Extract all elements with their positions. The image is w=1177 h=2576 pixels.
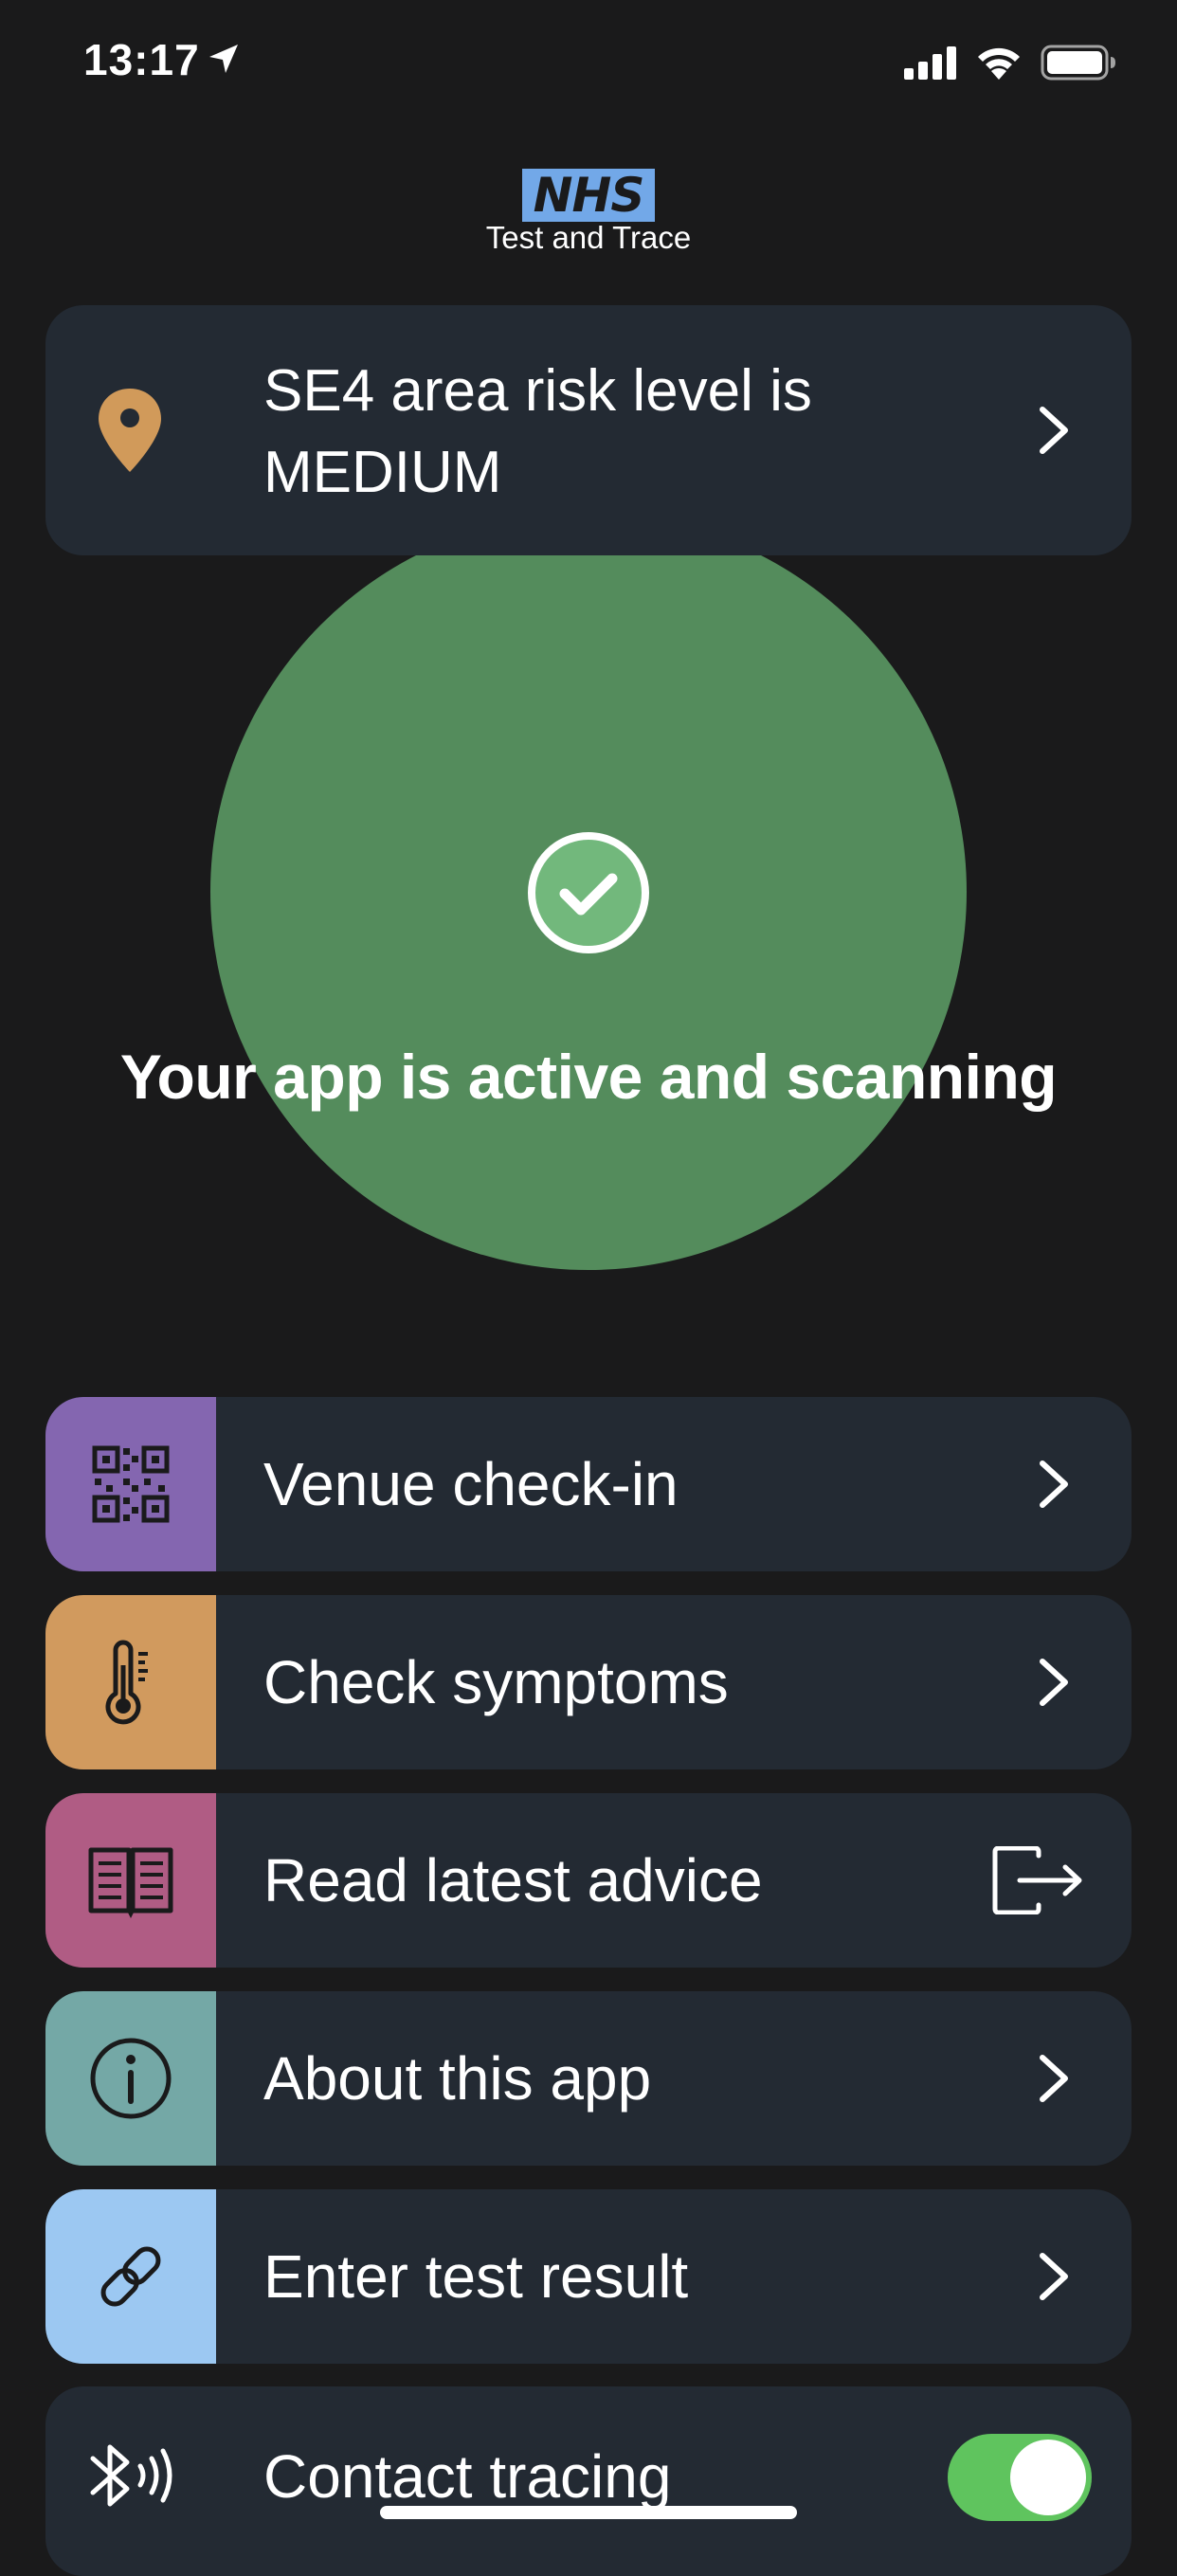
contact-tracing-label: Contact tracing bbox=[263, 2442, 672, 2511]
area-risk-card[interactable]: SE4 area risk level is MEDIUM bbox=[45, 305, 1132, 555]
book-icon bbox=[88, 1847, 173, 1918]
menu-item-label: Read latest advice bbox=[263, 1846, 763, 1914]
nhs-logo: NHS bbox=[522, 169, 655, 222]
chevron-right-icon bbox=[1040, 2253, 1068, 2300]
link-icon bbox=[100, 2246, 161, 2307]
menu-item-enter-test-result[interactable]: Enter test result bbox=[45, 2189, 1132, 2364]
menu-item-check-symptoms[interactable]: Check symptoms bbox=[45, 1595, 1132, 1769]
area-risk-text: SE4 area risk level is MEDIUM bbox=[263, 358, 812, 505]
status-message: Your app is active and scanning bbox=[119, 1042, 1058, 1112]
location-arrow-icon bbox=[209, 45, 238, 73]
check-circle-icon bbox=[528, 832, 649, 953]
menu-item-about-this-app[interactable]: About this app bbox=[45, 1991, 1132, 2166]
menu-icon-tile bbox=[45, 1397, 216, 1571]
external-link-icon bbox=[992, 1846, 1082, 1914]
menu-item-venue-check-in[interactable]: Venue check-in bbox=[45, 1397, 1132, 1571]
cellular-signal-icon bbox=[904, 46, 956, 80]
wifi-icon bbox=[978, 47, 1020, 80]
chevron-right-icon bbox=[1040, 407, 1068, 454]
menu-item-label: Enter test result bbox=[263, 2242, 689, 2311]
menu-item-label: Venue check-in bbox=[263, 1450, 679, 1518]
qr-code-icon bbox=[92, 1445, 170, 1523]
battery-icon bbox=[1041, 45, 1115, 81]
menu-icon-tile bbox=[45, 1793, 216, 1968]
chevron-right-icon bbox=[1040, 2055, 1068, 2102]
menu-item-read-latest-advice[interactable]: Read latest advice bbox=[45, 1793, 1132, 1968]
status-time: 13:17 bbox=[83, 35, 200, 84]
menu-icon-tile bbox=[45, 1595, 216, 1769]
chevron-right-icon bbox=[1040, 1659, 1068, 1706]
thermometer-icon bbox=[105, 1640, 148, 1725]
contact-tracing-toggle[interactable] bbox=[948, 2434, 1092, 2521]
chevron-right-icon bbox=[1040, 1460, 1068, 1508]
home-indicator[interactable] bbox=[380, 2506, 797, 2519]
location-pin-icon bbox=[99, 389, 161, 472]
menu-item-label: About this app bbox=[263, 2044, 652, 2113]
logo-text: NHS bbox=[533, 168, 645, 223]
toggle-knob bbox=[1010, 2440, 1086, 2515]
info-icon bbox=[90, 2038, 172, 2119]
menu-icon-tile bbox=[45, 2189, 216, 2364]
app-subtitle: Test and Trace bbox=[485, 220, 692, 255]
status-bar: 13:17 bbox=[0, 0, 1177, 123]
contact-tracing-row: Contact tracing bbox=[45, 2386, 1132, 2576]
bluetooth-icon bbox=[90, 2444, 172, 2507]
menu-item-label: Check symptoms bbox=[263, 1648, 729, 1716]
menu-icon-tile bbox=[45, 1991, 216, 2166]
